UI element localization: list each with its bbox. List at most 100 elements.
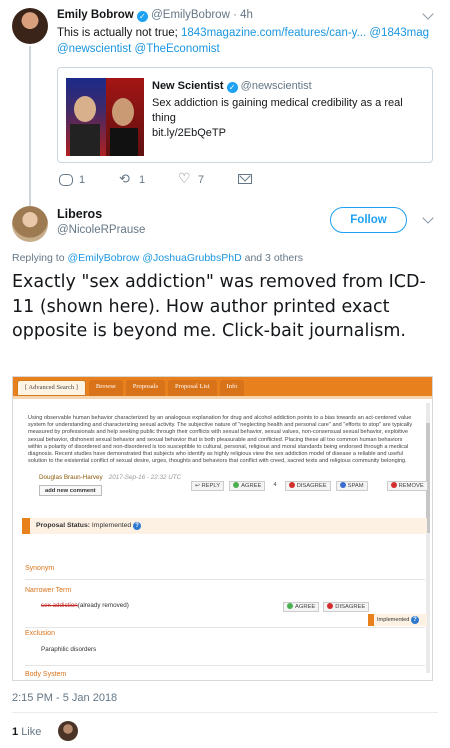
- spam-icon: [339, 482, 346, 488]
- tab-proposal-list: Proposal List: [168, 380, 217, 396]
- disagree-icon: [288, 482, 295, 488]
- author-handle[interactable]: @NicoleRPrause: [57, 224, 145, 236]
- chevron-down-icon[interactable]: [422, 8, 434, 20]
- exclusion-label: Exclusion: [25, 630, 55, 637]
- body-system-label: Body System: [25, 671, 67, 678]
- retweet-button[interactable]: 1: [119, 171, 145, 187]
- help-icon: ?: [133, 522, 142, 530]
- implemented-tag: Implemented ?: [368, 614, 427, 626]
- divider: [25, 579, 425, 580]
- replying-suffix[interactable]: and 3 others: [245, 252, 303, 264]
- avatar[interactable]: [12, 8, 48, 44]
- comment-remove-label: REMOVE: [398, 483, 424, 489]
- add-comment-button: add new comment: [39, 485, 102, 496]
- liker-avatar[interactable]: [58, 721, 78, 741]
- verified-icon: ✓: [136, 11, 148, 22]
- comment-date: 2017-Sep-16 - 22:32 UTC: [108, 474, 182, 481]
- agree-icon: [287, 603, 293, 609]
- verified-icon: ✓: [226, 82, 238, 93]
- icd-tab-bar: [ Advanced Search ] Browse Proposals Pro…: [13, 377, 432, 396]
- mention-joshuagrubbsphd[interactable]: @JoshuaGrubbsPhD: [142, 252, 241, 264]
- implemented-label: Implemented: [377, 617, 410, 623]
- follow-button[interactable]: Follow: [330, 207, 407, 233]
- mention-1843mag[interactable]: @1843mag: [369, 27, 429, 39]
- comment-reply-button: ↩ REPLY: [191, 481, 225, 491]
- parent-tweet[interactable]: Emily Bobrow ✓ @EmilyBobrow · 4h This is…: [0, 0, 450, 206]
- chevron-down-icon[interactable]: [422, 212, 434, 224]
- proposal-status: Proposal Status: Implemented ?: [22, 518, 427, 534]
- comment-disagree-label: DISAGREE: [296, 483, 327, 489]
- tab-strip: [13, 396, 432, 399]
- avatar[interactable]: [12, 206, 48, 242]
- quoted-author-handle: @newscientist: [240, 80, 312, 92]
- separator: ·: [233, 9, 237, 21]
- mention-newscientist[interactable]: @newscientist: [57, 43, 131, 55]
- tab-browse: Browse: [88, 380, 123, 396]
- term-actions: AGREE DISAGREE: [283, 602, 370, 612]
- quoted-tweet[interactable]: New Scientist ✓ @newscientist Sex addict…: [57, 67, 433, 163]
- divider: [25, 665, 425, 666]
- mention-emilybobrow[interactable]: @EmilyBobrow: [67, 252, 139, 264]
- remove-icon: [390, 482, 397, 488]
- comment-actions: ↩ REPLY AGREE 4 DISAGREE SPAM REMOVE: [191, 481, 428, 491]
- proposal-status-value: Implemented: [91, 522, 132, 529]
- quoted-text: Sex addiction is gaining medical credibi…: [152, 96, 422, 141]
- removed-note: (already removed): [77, 602, 129, 609]
- replying-to: Replying to @EmilyBobrow @JoshuaGrubbsPh…: [12, 252, 303, 264]
- reply-button[interactable]: 1: [59, 174, 85, 186]
- comment-text: Using observable human behavior characte…: [28, 415, 413, 465]
- tab-proposals: Proposals: [125, 380, 166, 396]
- article-link[interactable]: 1843magazine.com/features/can-y...: [181, 27, 366, 39]
- exclusion-value: Paraphilic disorders: [41, 646, 97, 653]
- reply-icon: [59, 174, 73, 186]
- term-agree-label: AGREE: [295, 604, 316, 610]
- tweet-text: Exactly "sex addiction" was removed from…: [12, 272, 426, 341]
- author-name[interactable]: Emily Bobrow: [57, 9, 134, 21]
- author-handle[interactable]: @EmilyBobrow: [151, 9, 230, 21]
- tab-info: Info: [219, 380, 245, 396]
- comment-disagree-button: DISAGREE: [284, 481, 331, 491]
- tab-advanced-search: [ Advanced Search ]: [17, 380, 86, 396]
- retweet-icon: [119, 171, 133, 187]
- quoted-link: bit.ly/2EbQeTP: [152, 127, 226, 139]
- comment-remove-button: REMOVE: [386, 481, 428, 491]
- removed-term: sex addiction: [41, 602, 78, 609]
- comment-reply-label: REPLY: [201, 483, 221, 489]
- term-disagree-label: DISAGREE: [335, 604, 366, 610]
- quoted-image: [66, 78, 144, 156]
- mail-icon: [238, 174, 252, 184]
- like-button[interactable]: 7: [178, 170, 205, 187]
- agree-icon: [233, 482, 240, 488]
- comment-author-name: Douglas Braun-Harvey: [39, 474, 103, 481]
- proposal-status-label: Proposal Status:: [36, 522, 91, 529]
- quoted-author-name: New Scientist: [152, 80, 224, 92]
- mention-theeconomist[interactable]: @TheEconomist: [135, 43, 220, 55]
- tweet-timestamp[interactable]: 2:15 PM - 5 Jan 2018: [12, 692, 117, 704]
- comment-author: Douglas Braun-Harvey 2017-Sep-16 - 22:32 …: [39, 474, 181, 481]
- like-label: Like: [21, 726, 42, 738]
- tweet-header: Emily Bobrow ✓ @EmilyBobrow · 4h: [57, 9, 253, 22]
- thread-connector: [29, 46, 31, 206]
- tweet-age[interactable]: 4h: [240, 9, 253, 21]
- reply-arrow-icon: ↩: [195, 483, 200, 489]
- like-count: 7: [198, 174, 205, 186]
- term-disagree-button: DISAGREE: [323, 602, 370, 612]
- help-icon: ?: [410, 616, 419, 624]
- heart-icon: [178, 170, 192, 187]
- agree-count: 4: [273, 482, 277, 488]
- attached-image[interactable]: [ Advanced Search ] Browse Proposals Pro…: [12, 376, 433, 681]
- comment-agree-button: AGREE: [229, 481, 266, 491]
- synonym-label: Synonym: [25, 565, 55, 572]
- like-summary[interactable]: 1 Like: [12, 726, 41, 738]
- like-total: 1: [12, 726, 19, 738]
- divider: [25, 627, 425, 628]
- narrower-term-value: sex addiction(already removed): [41, 602, 129, 609]
- divider: [12, 712, 438, 713]
- author-name[interactable]: Liberos: [57, 207, 102, 221]
- quoted-body: Sex addiction is gaining medical credibi…: [152, 97, 403, 124]
- dm-button[interactable]: [238, 174, 252, 184]
- narrower-term-label: Narrower Term: [25, 587, 72, 594]
- comment-agree-label: AGREE: [241, 483, 262, 489]
- comment-spam-label: SPAM: [347, 483, 364, 489]
- tweet-text: This is actually not true; 1843magazine.…: [57, 25, 437, 57]
